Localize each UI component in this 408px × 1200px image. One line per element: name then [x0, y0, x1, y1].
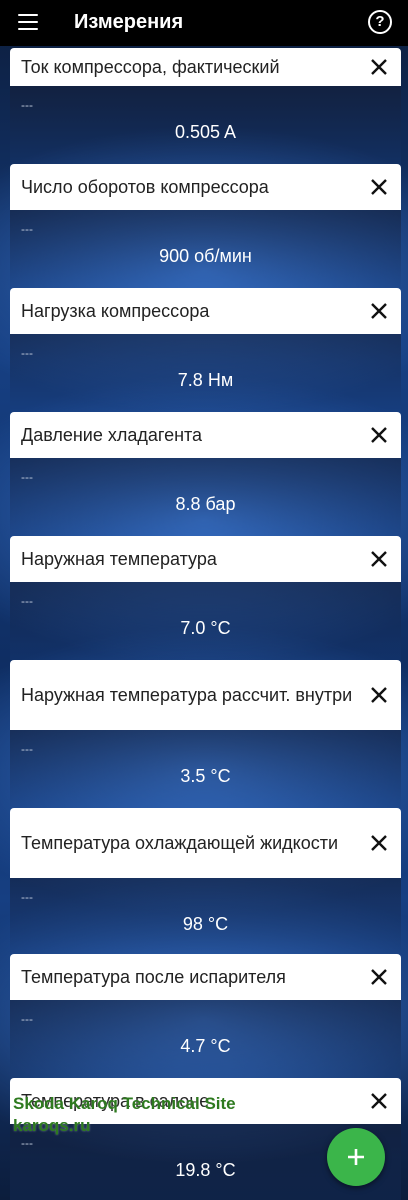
card-body: --- 98 °C	[10, 878, 401, 958]
close-icon[interactable]	[369, 1091, 389, 1111]
close-icon[interactable]	[369, 425, 389, 445]
plus-icon	[348, 1149, 364, 1165]
measurement-value: 98 °C	[182, 914, 229, 934]
previous-value: ---	[21, 594, 33, 608]
app-bar: Измерения ?	[0, 0, 408, 46]
measurement-title: Наружная температура рассчит. внутри	[21, 684, 353, 705]
watermark-title: Skoda Karoq Technical Site	[13, 1094, 236, 1113]
close-icon[interactable]	[369, 833, 389, 853]
watermark-url: karoqs.ru	[13, 1116, 91, 1135]
measurement-card: Наружная температура рассчит. внутри ---…	[10, 660, 401, 810]
menu-icon[interactable]	[18, 14, 38, 30]
measurement-card: Наружная температура --- 7.0 °C	[10, 536, 401, 662]
measurement-value: 900 об/мин	[159, 246, 252, 266]
previous-value: ---	[21, 1012, 33, 1026]
measurement-title: Давление хладагента	[21, 424, 203, 445]
measurement-value: 3.5 °C	[180, 766, 231, 786]
close-icon[interactable]	[369, 549, 389, 569]
measurement-card: Нагрузка компрессора --- 7.8 Нм	[10, 288, 401, 414]
measurement-card: Ток компрессора, фактический --- 0.505 A	[10, 48, 401, 166]
card-header: Наружная температура рассчит. внутри	[10, 660, 401, 730]
card-body: --- 0.505 A	[10, 86, 401, 166]
close-icon[interactable]	[369, 177, 389, 197]
previous-value: ---	[21, 470, 33, 484]
measurement-card: Температура охлаждающей жидкости --- 98 …	[10, 808, 401, 958]
close-icon[interactable]	[369, 57, 389, 77]
previous-value: ---	[21, 346, 33, 360]
previous-value: ---	[21, 222, 33, 236]
measurement-title: Число оборотов компрессора	[21, 176, 269, 197]
measurement-card: Температура после испарителя --- 4.7 °C	[10, 954, 401, 1080]
previous-value: ---	[21, 890, 33, 904]
card-body: --- 7.0 °C	[10, 582, 401, 662]
measurement-title: Нагрузка компрессора	[21, 300, 210, 321]
previous-value: ---	[21, 742, 33, 756]
page-title: Измерения	[74, 11, 184, 33]
measurement-value: 0.505 A	[174, 122, 237, 142]
measurement-title: Температура охлаждающей жидкости	[21, 832, 339, 853]
watermark: Skoda Karoq Technical Site karoqs.ru	[13, 1093, 236, 1137]
close-icon[interactable]	[369, 967, 389, 987]
measurement-title: Температура после испарителя	[21, 966, 286, 987]
measurement-title: Наружная температура	[21, 548, 217, 569]
card-header: Нагрузка компрессора	[10, 288, 401, 334]
measurement-title: Ток компрессора, фактический	[21, 56, 280, 77]
card-header: Наружная температура	[10, 536, 401, 582]
close-icon[interactable]	[369, 685, 389, 705]
card-header: Температура охлаждающей жидкости	[10, 808, 401, 878]
measurement-value: 7.8 Нм	[177, 370, 234, 390]
measurement-value: 4.7 °C	[180, 1036, 231, 1056]
previous-value: ---	[21, 1136, 33, 1150]
card-body: --- 7.8 Нм	[10, 334, 401, 414]
measurement-card: Давление хладагента --- 8.8 бар	[10, 412, 401, 538]
card-header: Ток компрессора, фактический	[10, 48, 401, 86]
previous-value: ---	[21, 98, 33, 112]
card-header: Температура после испарителя	[10, 954, 401, 1000]
measurement-value: 8.8 бар	[175, 494, 236, 514]
measurement-card: Число оборотов компрессора --- 900 об/ми…	[10, 164, 401, 290]
card-body: --- 8.8 бар	[10, 458, 401, 538]
close-icon[interactable]	[369, 301, 389, 321]
card-body: --- 900 об/мин	[10, 210, 401, 290]
card-body: --- 3.5 °C	[10, 730, 401, 810]
card-body: --- 4.7 °C	[10, 1000, 401, 1080]
help-icon[interactable]: ?	[368, 10, 392, 34]
measurement-value: 7.0 °C	[180, 618, 231, 638]
add-measurement-button[interactable]	[327, 1128, 385, 1186]
card-header: Число оборотов компрессора	[10, 164, 401, 210]
card-header: Давление хладагента	[10, 412, 401, 458]
